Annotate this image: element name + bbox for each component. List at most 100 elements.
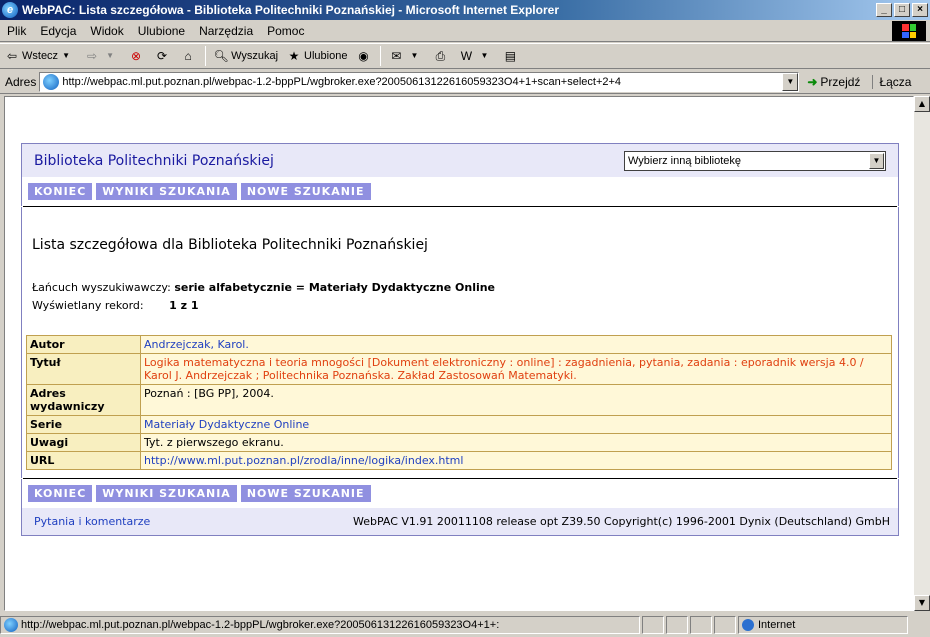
chevron-down-icon: ▼	[480, 51, 489, 60]
close-button[interactable]: ×	[912, 3, 928, 17]
publisher-value: Poznań : [BG PP], 2004.	[140, 384, 892, 416]
back-label: Wstecz	[22, 50, 59, 62]
table-row: Autor Andrzejczak, Karol.	[26, 335, 892, 354]
nav-results-button[interactable]: WYNIKI SZUKANIA	[96, 485, 237, 502]
stop-button[interactable]: ⊗	[124, 48, 150, 64]
menu-help[interactable]: Pomoc	[260, 24, 311, 38]
menu-bar: Plik Edycja Widok Ulubione Narzędzia Pom…	[0, 20, 930, 42]
menu-favorites[interactable]: Ulubione	[131, 24, 192, 38]
title-label: Tytuł	[26, 353, 141, 385]
refresh-icon: ⟳	[157, 49, 168, 63]
table-row: Uwagi Tyt. z pierwszego ekranu.	[26, 433, 892, 452]
address-dropdown-button[interactable]: ▼	[782, 72, 799, 91]
forward-button[interactable]: ⇨ ▼	[80, 48, 124, 64]
links-button[interactable]: Łącza	[872, 74, 911, 89]
menu-view[interactable]: Widok	[83, 24, 130, 38]
table-row: Adres wydawniczy Poznań : [BG PP], 2004.	[26, 384, 892, 416]
search-chain-label: Łańcuch wyszukiwawczy:	[32, 281, 171, 294]
browser-viewport: Biblioteka Politechniki Poznańskiej Wybi…	[4, 96, 914, 611]
record-table: Autor Andrzejczak, Karol. Tytuł Logika m…	[26, 335, 892, 470]
url-link[interactable]: http://www.ml.put.poznan.pl/zrodla/inne/…	[144, 454, 463, 467]
nav-new-search-button[interactable]: NOWE SZUKANIE	[240, 183, 371, 200]
mail-icon: ✉	[391, 49, 402, 63]
edit-button[interactable]: W ▼	[454, 48, 498, 64]
refresh-button[interactable]: ⟳	[150, 48, 176, 64]
status-cell	[666, 616, 688, 634]
series-link[interactable]: Materiały Dydaktyczne Online	[144, 418, 309, 431]
library-select[interactable]: Wybierz inną bibliotekę ▼	[624, 150, 886, 171]
notes-label: Uwagi	[26, 433, 141, 452]
record-value: 1 z 1	[169, 299, 199, 312]
chevron-down-icon: ▼	[106, 51, 115, 60]
author-link[interactable]: Andrzejczak, Karol.	[144, 338, 249, 351]
vertical-scrollbar[interactable]: ▲ ▼	[914, 96, 930, 611]
search-chain-value: serie alfabetycznie = Materiały Dydaktyc…	[174, 281, 496, 294]
search-label: Wyszukaj	[231, 50, 279, 62]
menu-tools[interactable]: Narzędzia	[192, 24, 260, 38]
address-input[interactable]: http://webpac.ml.put.poznan.pl/webpac-1.…	[39, 71, 800, 92]
chevron-down-icon: ▼	[62, 51, 71, 60]
status-cell	[714, 616, 736, 634]
back-button[interactable]: ⇦ Wstecz ▼	[0, 48, 80, 64]
webpac-page: Biblioteka Politechniki Poznańskiej Wybi…	[21, 143, 899, 536]
favorites-label: Ulubione	[304, 50, 348, 62]
stop-icon: ⊗	[131, 49, 142, 63]
favorites-button[interactable]: ★ Ulubione	[282, 48, 351, 64]
scroll-up-button[interactable]: ▲	[914, 96, 930, 112]
search-button[interactable]: 🔍︎ Wyszukaj	[209, 48, 282, 64]
mail-button[interactable]: ✉ ▼	[384, 48, 428, 64]
top-nav: KONIEC WYNIKI SZUKANIA NOWE SZUKANIE	[21, 177, 899, 206]
search-meta: Łańcuch wyszukiwawczy: serie alfabetyczn…	[32, 279, 888, 315]
forward-arrow-icon: ⇨	[87, 49, 98, 63]
print-button[interactable]: ⎙	[428, 48, 454, 64]
nav-koniec-button[interactable]: KONIEC	[28, 183, 93, 200]
toolbar-separator	[205, 46, 207, 66]
chevron-down-icon: ▼	[410, 51, 419, 60]
back-arrow-icon: ⇦	[6, 49, 18, 63]
status-url-cell: http://webpac.ml.put.poznan.pl/webpac-1.…	[0, 616, 640, 634]
nav-new-search-button[interactable]: NOWE SZUKANIE	[240, 485, 371, 502]
go-label: Przejdź	[820, 74, 861, 89]
standard-toolbar: ⇦ Wstecz ▼ ⇨ ▼ ⊗ ⟳ ⌂ 🔍︎ Wyszukaj ★ Ulubi…	[0, 43, 930, 69]
home-icon: ⌂	[184, 49, 192, 63]
bottom-nav: KONIEC WYNIKI SZUKANIA NOWE SZUKANIE	[21, 479, 899, 508]
home-button[interactable]: ⌂	[176, 48, 202, 64]
table-row: URL http://www.ml.put.poznan.pl/zrodla/i…	[26, 451, 892, 470]
window-titlebar: e WebPAC: Lista szczegółowa - Biblioteka…	[0, 0, 930, 20]
menu-file[interactable]: Plik	[0, 24, 33, 38]
ie-logo-icon: e	[2, 2, 18, 18]
nav-koniec-button[interactable]: KONIEC	[28, 485, 93, 502]
url-label: URL	[26, 451, 141, 470]
library-select-value: Wybierz inną bibliotekę	[628, 154, 742, 167]
search-icon: 🔍︎	[213, 49, 229, 63]
globe-icon	[742, 619, 754, 631]
series-label: Serie	[26, 415, 141, 434]
feedback-link[interactable]: Pytania i komentarze	[34, 515, 150, 528]
notes-value: Tyt. z pierwszego ekranu.	[140, 433, 892, 452]
page-icon	[4, 618, 18, 632]
windows-logo-icon	[892, 21, 926, 41]
print-icon: ⎙	[435, 49, 446, 63]
media-icon: ◉	[358, 49, 369, 63]
author-label: Autor	[26, 335, 141, 354]
minimize-button[interactable]: _	[876, 3, 892, 17]
media-button[interactable]: ◉	[351, 48, 377, 64]
page-icon	[43, 73, 60, 90]
status-url: http://webpac.ml.put.poznan.pl/webpac-1.…	[21, 619, 500, 631]
status-cell	[690, 616, 712, 634]
go-button[interactable]: ➜ Przejdź	[807, 75, 860, 89]
toolbar-separator	[380, 46, 382, 66]
table-row: Serie Materiały Dydaktyczne Online	[26, 415, 892, 434]
word-icon: W	[460, 49, 473, 63]
nav-results-button[interactable]: WYNIKI SZUKANIA	[96, 183, 237, 200]
record-content: Lista szczegółowa dla Biblioteka Politec…	[21, 207, 899, 478]
menu-edit[interactable]: Edycja	[33, 24, 83, 38]
publisher-label: Adres wydawniczy	[26, 384, 141, 416]
status-zone-cell: Internet	[738, 616, 908, 634]
chevron-down-icon: ▼	[869, 152, 884, 169]
discuss-button[interactable]: ▤	[498, 48, 524, 64]
scroll-down-button[interactable]: ▼	[914, 595, 930, 611]
library-header: Biblioteka Politechniki Poznańskiej Wybi…	[21, 143, 899, 177]
window-title: WebPAC: Lista szczegółowa - Biblioteka P…	[22, 3, 559, 17]
maximize-button[interactable]: □	[894, 3, 910, 17]
